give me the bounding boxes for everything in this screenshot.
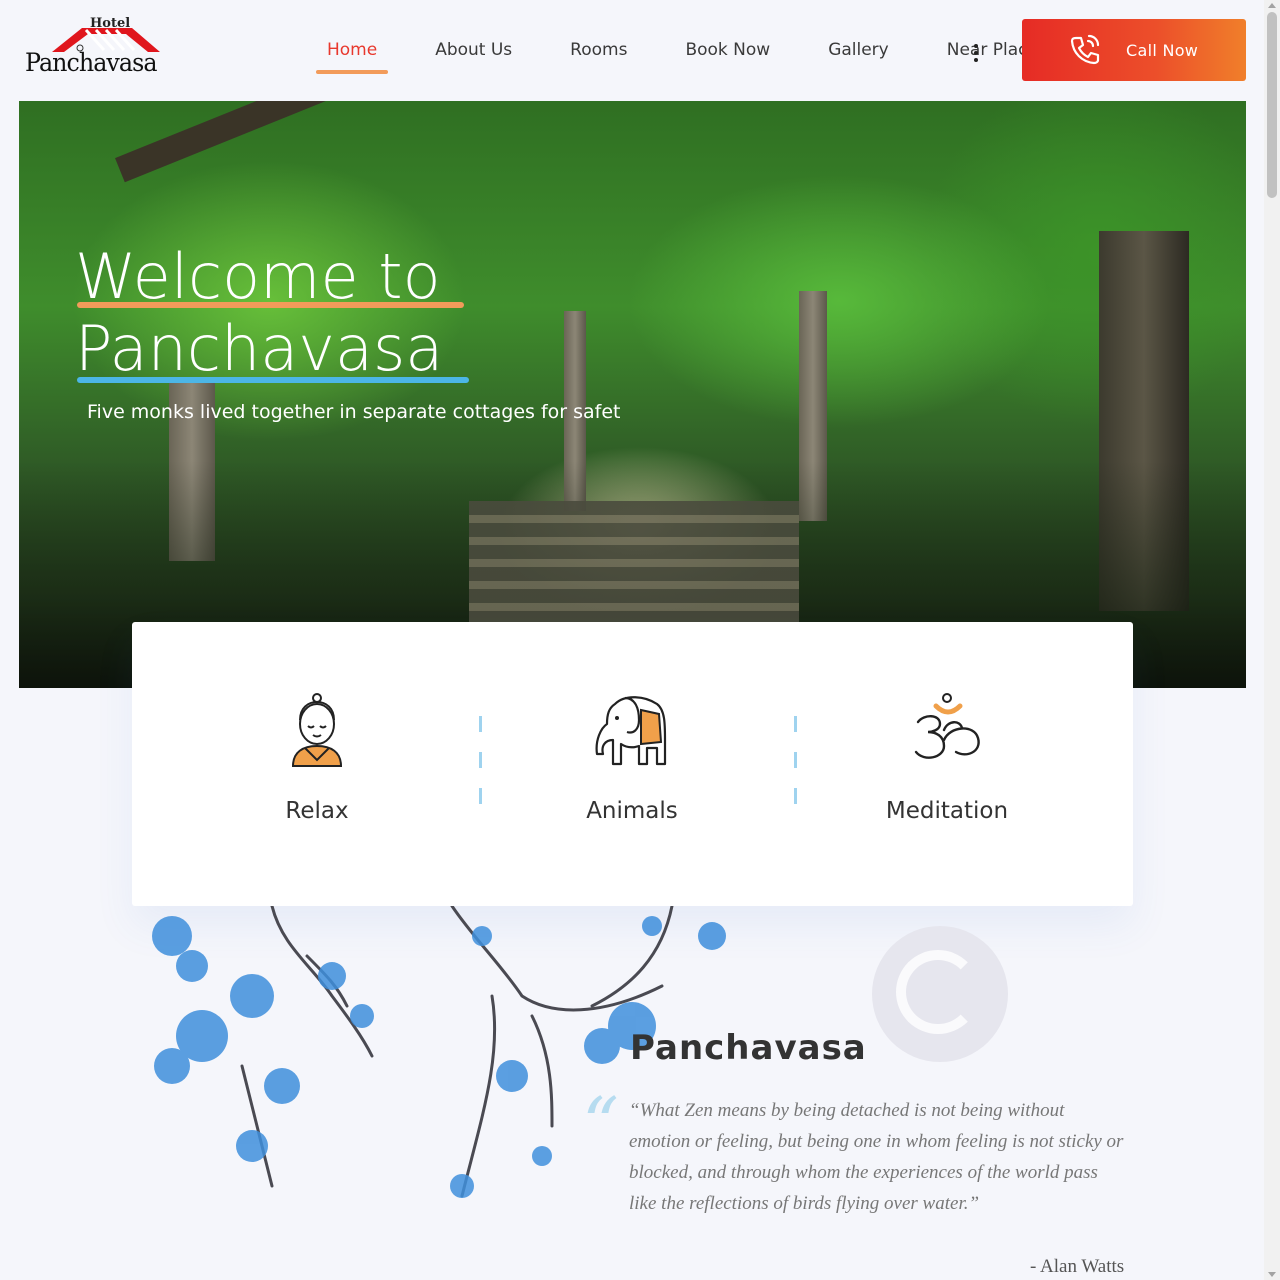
feature-divider: [479, 716, 482, 806]
nav-home[interactable]: Home: [316, 36, 389, 74]
feature-meditation[interactable]: Meditation: [847, 692, 1047, 824]
logo-name: Panchavasa: [25, 48, 158, 77]
copyright-watermark-icon: [872, 926, 1008, 1062]
about-quote: “What Zen means by being detached is not…: [629, 1100, 1124, 1214]
feature-animals[interactable]: Animals: [532, 692, 732, 824]
quote-mark-icon: “: [582, 1082, 619, 1166]
title-underline-blue: [77, 377, 469, 383]
scroll-down-arrow-icon[interactable]: [1268, 1272, 1276, 1277]
buddha-icon: [291, 693, 343, 767]
quote-author: - Alan Watts: [1030, 1256, 1125, 1277]
nav-book-now[interactable]: Book Now: [674, 36, 781, 60]
om-icon: [914, 693, 980, 759]
hero-title-line-2: Panchavasa: [75, 312, 444, 385]
vertical-dots-icon[interactable]: [968, 40, 984, 62]
feature-divider: [794, 716, 797, 806]
scroll-thumb[interactable]: [1267, 12, 1277, 198]
elephant-icon: [595, 696, 667, 766]
feature-label: Meditation: [885, 798, 1009, 824]
hero-subtitle: Five monks lived together in separate co…: [87, 401, 621, 423]
hero-title: Welcome to Panchavasa: [75, 241, 443, 385]
site-header: Hotel Panchavasa Home About Us Rooms Boo…: [0, 0, 1264, 100]
hero-banner: Welcome to Panchavasa Five monks lived t…: [19, 101, 1246, 688]
nav-about-us[interactable]: About Us: [424, 36, 523, 60]
nav-rooms[interactable]: Rooms: [559, 36, 638, 60]
hotel-logo[interactable]: Hotel Panchavasa: [22, 16, 167, 86]
call-now-label: Call Now: [1126, 40, 1199, 60]
feature-label: Relax: [285, 798, 349, 824]
scroll-up-arrow-icon[interactable]: [1268, 3, 1276, 8]
features-card: Relax Animals Meditation: [132, 622, 1133, 906]
page-scrollbar[interactable]: [1264, 0, 1280, 1280]
about-title: Panchavasa: [630, 1028, 867, 1068]
feature-relax[interactable]: Relax: [217, 692, 417, 824]
tree-branch: [115, 101, 403, 183]
phone-ringing-icon: [1070, 34, 1100, 65]
nav-gallery[interactable]: Gallery: [817, 36, 900, 60]
title-underline-orange: [77, 302, 464, 308]
feature-label: Animals: [586, 798, 678, 824]
call-now-button[interactable]: Call Now: [1022, 19, 1246, 81]
